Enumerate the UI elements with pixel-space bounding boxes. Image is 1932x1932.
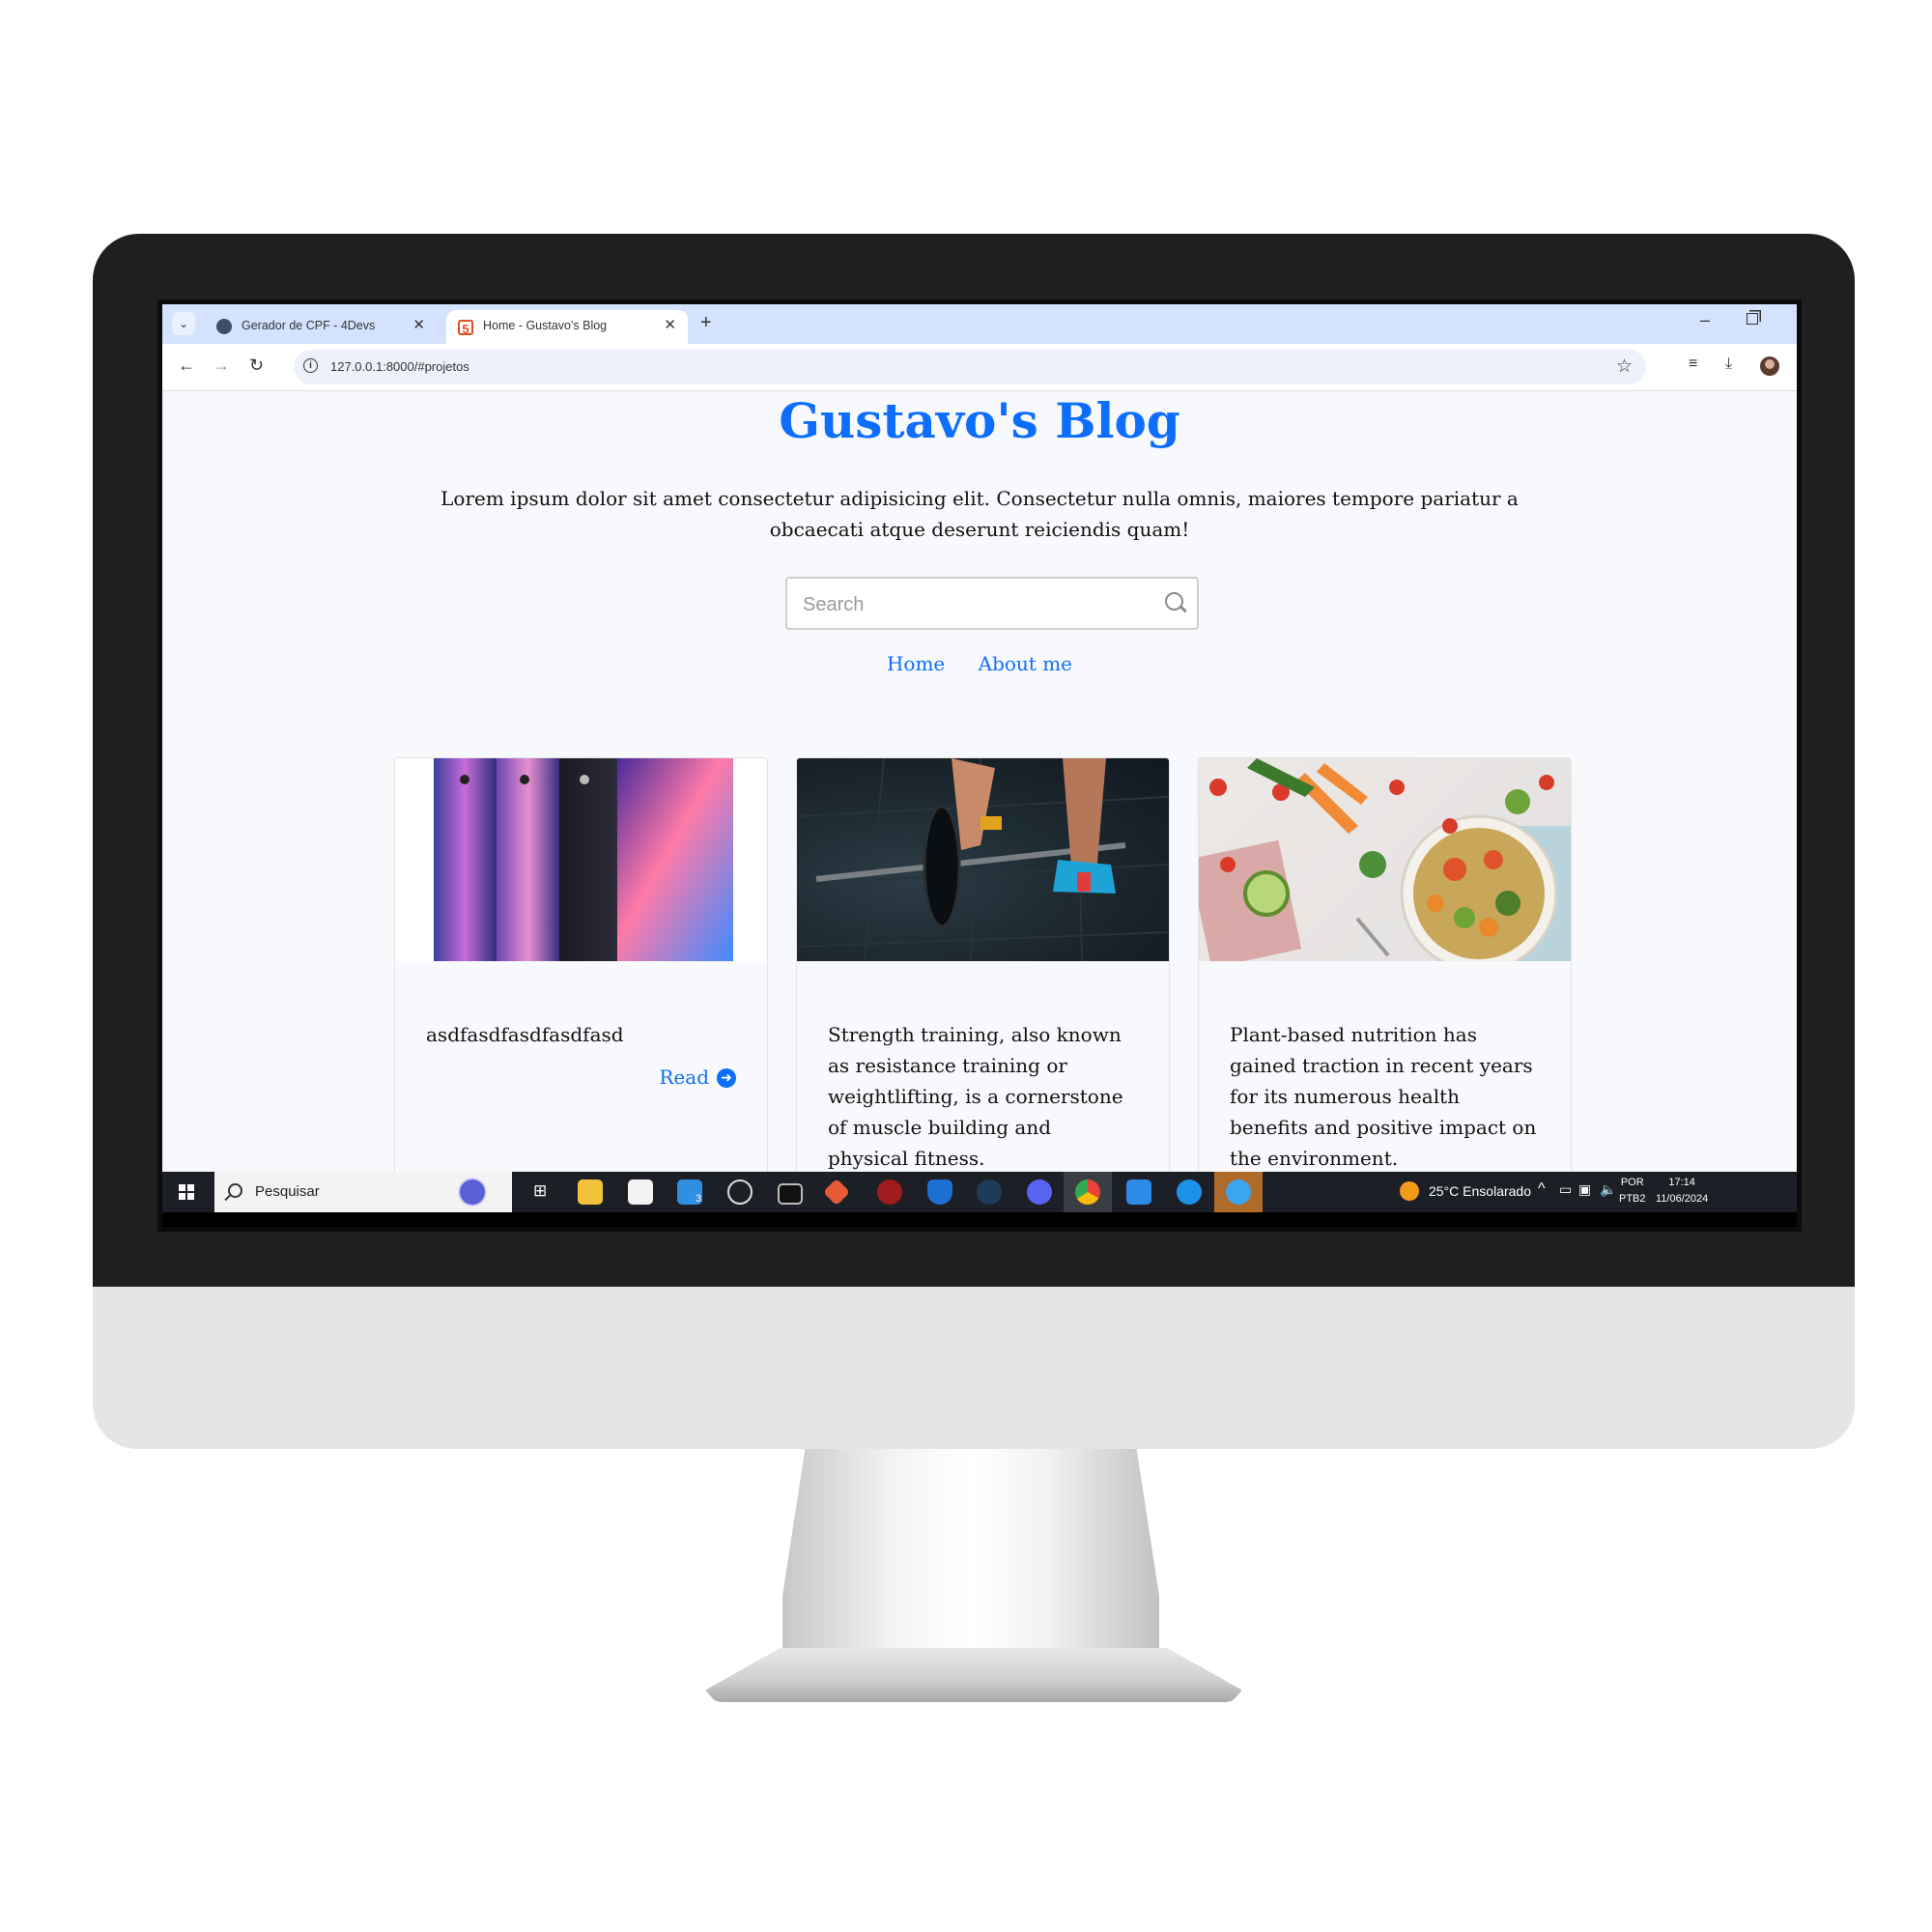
post-card: Strength training, also known as resista… <box>796 757 1170 1172</box>
clock-app-icon[interactable] <box>458 1178 487 1207</box>
volume-icon[interactable]: 🔈 <box>1600 1181 1616 1198</box>
obs-icon[interactable] <box>727 1179 753 1205</box>
browser-tab-strip: ⌄ Gerador de CPF - 4Devs ✕ 5 Home - Gust… <box>162 304 1797 344</box>
security-shield-icon[interactable] <box>927 1179 952 1205</box>
intro-text: Lorem ipsum dolor sit amet consectetur a… <box>440 487 1519 541</box>
tab-gustavos-blog[interactable]: 5 Home - Gustavo's Blog ✕ <box>446 310 688 344</box>
back-button[interactable]: ← <box>178 355 195 376</box>
steam-icon[interactable] <box>977 1179 1002 1205</box>
close-icon[interactable]: ✕ <box>412 316 425 333</box>
git-icon[interactable] <box>822 1178 851 1207</box>
microsoft-store-icon[interactable] <box>628 1179 653 1205</box>
barbell-image <box>797 758 1169 962</box>
screen: ⌄ Gerador de CPF - 4Devs ✕ 5 Home - Gust… <box>157 299 1802 1232</box>
profile-avatar[interactable] <box>1760 356 1779 376</box>
search-icon[interactable] <box>1165 592 1183 611</box>
docker-icon[interactable] <box>1177 1179 1202 1205</box>
card-text: Plant-based nutrition has gained tractio… <box>1230 1023 1537 1170</box>
forward-button[interactable]: → <box>213 355 230 376</box>
file-explorer-icon[interactable] <box>578 1179 603 1205</box>
nav-home-link[interactable]: Home <box>887 652 945 675</box>
browser-toolbar: ← → ↻ i 127.0.0.1:8000/#projetos ☆ ≡ ⤓ <box>162 344 1797 391</box>
download-icon[interactable]: ⤓ <box>1725 355 1732 373</box>
address-bar[interactable]: i 127.0.0.1:8000/#projetos ☆ <box>294 350 1646 384</box>
nav-about-link[interactable]: About me <box>979 652 1072 675</box>
tab-search-button[interactable]: ⌄ <box>172 312 195 335</box>
windows-taskbar: Pesquisar ⊞ 3 25°C Ensolarado ^ ▭ ▣ 🔈 PO… <box>162 1172 1797 1212</box>
battery-icon[interactable]: ▭ <box>1559 1181 1572 1198</box>
reload-button[interactable]: ↻ <box>249 355 264 376</box>
system-clock[interactable]: 17:14 11/06/2024 <box>1656 1175 1708 1208</box>
task-view-icon[interactable]: ⊞ <box>533 1181 547 1201</box>
minimize-button[interactable]: – <box>1700 310 1710 330</box>
page-nav: Home About me <box>162 652 1797 675</box>
barbell-illustration <box>797 758 1169 962</box>
card-text: Strength training, also known as resista… <box>828 1023 1123 1170</box>
phones-image <box>395 758 767 961</box>
clock-time: 17:14 <box>1668 1177 1695 1188</box>
search-input[interactable] <box>801 590 1152 619</box>
taskbar-search[interactable]: Pesquisar <box>214 1172 512 1212</box>
restore-button[interactable] <box>1747 313 1758 325</box>
post-card: asdfasdfasdfasdfasd Read ➜ <box>394 757 768 1172</box>
monitor-base <box>705 1648 1242 1702</box>
clock-date: 11/06/2024 <box>1656 1193 1709 1205</box>
taskbar-search-label: Pesquisar <box>255 1183 320 1200</box>
chrome-icon[interactable] <box>1075 1179 1100 1205</box>
tab-gerador-cpf[interactable]: Gerador de CPF - 4Devs ✕ <box>205 310 437 344</box>
search-box <box>785 577 1199 630</box>
chevron-up-icon[interactable]: ^ <box>1538 1180 1546 1198</box>
lang-line-1: POR <box>1620 1177 1644 1188</box>
terminal-icon[interactable] <box>778 1183 803 1205</box>
search-icon <box>228 1183 242 1198</box>
read-label: Read <box>659 1065 709 1089</box>
salad-illustration <box>1199 758 1571 973</box>
network-icon[interactable]: ▣ <box>1578 1181 1591 1198</box>
media-controls-icon[interactable]: ≡ <box>1689 355 1697 373</box>
close-icon[interactable]: ✕ <box>664 316 676 333</box>
bookmark-star-icon[interactable]: ☆ <box>1616 355 1633 378</box>
web-page: Gustavo's Blog Lorem ipsum dolor sit ame… <box>162 391 1797 1172</box>
globe-icon <box>216 319 232 334</box>
input-language[interactable]: POR PTB2 <box>1619 1175 1646 1208</box>
new-tab-button[interactable]: + <box>700 312 712 334</box>
site-info-icon[interactable]: i <box>303 358 318 373</box>
docker-desktop-icon[interactable] <box>1226 1179 1251 1205</box>
url-text: 127.0.0.1:8000/#projetos <box>330 359 469 374</box>
page-title: Gustavo's Blog <box>779 392 1180 449</box>
lang-line-2: PTB2 <box>1619 1193 1646 1205</box>
discord-icon[interactable] <box>1027 1179 1052 1205</box>
weather-text[interactable]: 25°C Ensolarado <box>1429 1183 1531 1199</box>
salad-image <box>1199 758 1571 973</box>
weather-sun-icon[interactable] <box>1400 1181 1419 1201</box>
tab-title: Gerador de CPF - 4Devs <box>242 319 376 332</box>
vscode-icon[interactable] <box>1126 1179 1151 1205</box>
windows-start-icon[interactable] <box>179 1184 194 1200</box>
post-card: Plant-based nutrition has gained tractio… <box>1198 757 1572 1172</box>
html5-icon: 5 <box>458 320 473 336</box>
tab-title: Home - Gustavo's Blog <box>483 319 608 332</box>
read-more-link[interactable]: Read ➜ <box>659 1065 736 1089</box>
red-app-icon[interactable] <box>877 1179 902 1205</box>
monitor-chin <box>93 1287 1855 1449</box>
phones-illustration <box>434 758 733 961</box>
card-text: asdfasdfasdfasdfasd <box>426 1023 624 1046</box>
mail-badge: 3 <box>696 1193 702 1205</box>
arrow-right-circle-icon: ➜ <box>717 1068 736 1088</box>
